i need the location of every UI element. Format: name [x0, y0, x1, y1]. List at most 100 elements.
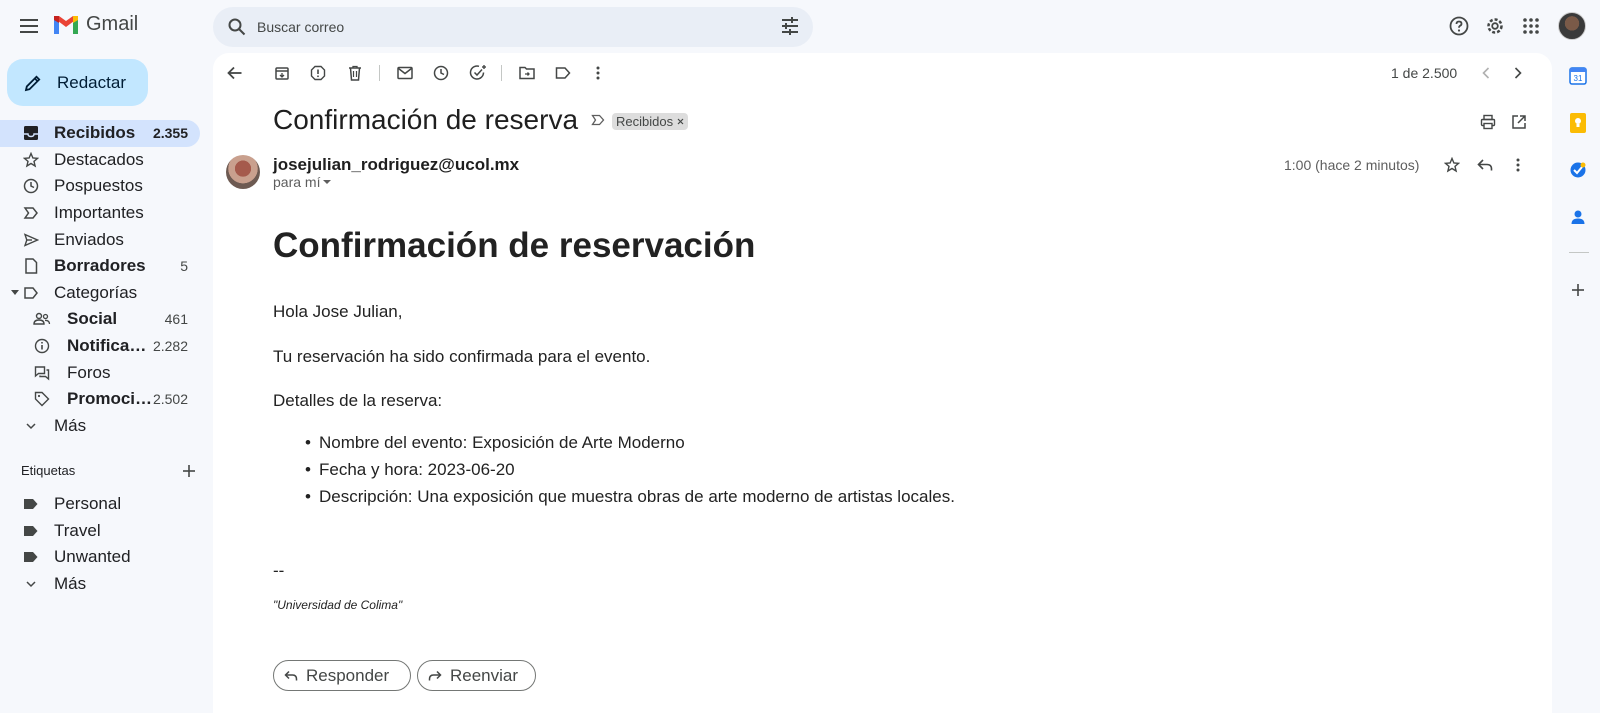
- label-filled-icon: [22, 522, 40, 540]
- tasks-icon[interactable]: [1566, 158, 1590, 182]
- email-greeting: Hola Jose Julian,: [273, 302, 403, 321]
- archive-icon[interactable]: [272, 63, 292, 83]
- sidebar-item-categories[interactable]: Categorías: [0, 280, 200, 307]
- inbox-label-chip: Recibidos: [612, 113, 689, 130]
- reply-button[interactable]: Responder: [273, 660, 411, 691]
- sidebar-label-personal[interactable]: Personal: [0, 491, 200, 518]
- importance-marker-icon[interactable]: [591, 114, 605, 126]
- promotions-count: 2.502: [152, 391, 188, 408]
- details-heading: Detalles de la reserva:: [273, 391, 443, 410]
- sidebar-label-travel[interactable]: Travel: [0, 518, 200, 545]
- label-chip-text: Recibidos: [616, 114, 674, 129]
- add-to-tasks-icon[interactable]: [468, 63, 488, 83]
- clock-icon: [22, 177, 40, 195]
- inbox-icon: [22, 124, 40, 142]
- signature-separator: --: [273, 561, 285, 580]
- message-more-vertical-icon[interactable]: [1508, 155, 1528, 175]
- toolbar-divider: [501, 65, 502, 81]
- recipient-text: para mí: [273, 174, 321, 190]
- search-input[interactable]: [257, 19, 757, 35]
- chevron-down-icon: [22, 575, 40, 593]
- star-icon: [22, 151, 40, 169]
- more-vertical-icon[interactable]: [588, 63, 608, 83]
- sidebar-item-forums[interactable]: Foros: [0, 359, 200, 386]
- delete-trash-icon[interactable]: [345, 63, 365, 83]
- add-label-icon[interactable]: [182, 464, 196, 478]
- sender-email[interactable]: josejulian_rodriguez@ucol.mx: [273, 155, 519, 175]
- compose-button[interactable]: Redactar: [7, 59, 148, 106]
- search-bar[interactable]: [213, 7, 813, 47]
- apps-grid-icon[interactable]: [1519, 14, 1543, 38]
- keep-notes-icon[interactable]: [1566, 111, 1590, 135]
- reply-arrow-icon[interactable]: [1475, 155, 1495, 175]
- settings-gear-icon[interactable]: [1483, 14, 1507, 38]
- sidebar-item-important[interactable]: Importantes: [0, 200, 200, 227]
- sidebar-item-label: Enviados: [54, 229, 124, 249]
- main-menu-icon[interactable]: [16, 12, 44, 40]
- sidebar-item-snoozed[interactable]: Pospuestos: [0, 173, 200, 200]
- move-to-folder-icon[interactable]: [517, 63, 537, 83]
- sidebar-item-updates[interactable]: Notificaciones 2.282: [0, 333, 200, 360]
- sidebar-item-social[interactable]: Social 461: [0, 306, 200, 333]
- sidebar-item-sent[interactable]: Enviados: [0, 226, 200, 253]
- sidebar-item-label: Recibidos: [54, 123, 136, 143]
- toolbar-divider: [379, 65, 380, 81]
- print-icon[interactable]: [1478, 112, 1498, 132]
- account-avatar[interactable]: [1558, 12, 1586, 40]
- add-addon-plus-icon[interactable]: [1566, 278, 1590, 302]
- app-name: Gmail: [86, 13, 139, 35]
- list-item: Nombre del evento: Exposición de Arte Mo…: [305, 433, 955, 460]
- tag-icon: [33, 390, 51, 408]
- email-body-line: Tu reservación ha sido confirmada para e…: [273, 347, 651, 366]
- sidebar-item-label: Foros: [67, 362, 111, 382]
- top-bar: Gmail: [0, 0, 1600, 52]
- people-icon: [33, 310, 51, 328]
- label-icon[interactable]: [553, 63, 573, 83]
- side-panel-divider: [1569, 252, 1589, 253]
- sidebar-item-label: Social: [67, 309, 118, 329]
- newer-chevron-left-icon[interactable]: [1476, 63, 1496, 83]
- sidebar-nav: Recibidos 2.355 Destacados Pospuestos Im…: [0, 120, 200, 439]
- label-filled-icon: [22, 548, 40, 566]
- open-new-window-icon[interactable]: [1509, 112, 1529, 132]
- sidebar-item-label: Promociones: [67, 389, 153, 409]
- social-count: 461: [164, 311, 188, 328]
- help-icon[interactable]: [1447, 14, 1471, 38]
- remove-label-icon[interactable]: [677, 118, 684, 125]
- details-list: Nombre del evento: Exposición de Arte Mo…: [305, 433, 955, 514]
- drafts-count: 5: [180, 258, 188, 275]
- forward-button[interactable]: Reenviar: [417, 660, 536, 691]
- calendar-icon[interactable]: 31: [1566, 64, 1590, 88]
- label-filled-icon: [22, 495, 40, 513]
- send-icon: [22, 231, 40, 249]
- message-panel: [213, 53, 1552, 713]
- back-arrow-icon[interactable]: [225, 63, 245, 83]
- reply-arrow-icon: [284, 670, 298, 682]
- sidebar-item-starred[interactable]: Destacados: [0, 147, 200, 174]
- star-icon[interactable]: [1442, 155, 1462, 175]
- gmail-logo[interactable]: Gmail: [52, 13, 138, 36]
- older-chevron-right-icon[interactable]: [1508, 63, 1528, 83]
- caret-down-icon[interactable]: [11, 289, 19, 296]
- recipient-details[interactable]: para mí: [273, 174, 332, 190]
- search-icon[interactable]: [225, 15, 249, 39]
- sidebar-item-more[interactable]: Más: [0, 413, 200, 440]
- sidebar-label-unwanted[interactable]: Unwanted: [0, 544, 200, 571]
- sidebar-item-inbox[interactable]: Recibidos 2.355: [0, 120, 200, 147]
- sidebar-item-drafts[interactable]: Borradores 5: [0, 253, 200, 280]
- snooze-clock-icon[interactable]: [431, 63, 451, 83]
- sidebar-labels-more[interactable]: Más: [0, 571, 200, 598]
- search-options-icon[interactable]: [779, 15, 801, 37]
- unread-count: 2.355: [152, 125, 188, 142]
- sidebar-item-promotions[interactable]: Promociones 2.502: [0, 386, 200, 413]
- email-subject: Confirmación de reserva: [273, 104, 579, 135]
- sidebar-item-label: Importantes: [54, 203, 144, 223]
- sidebar-item-label: Travel: [54, 520, 101, 540]
- list-item: Fecha y hora: 2023-06-20: [305, 460, 955, 487]
- contacts-icon[interactable]: [1566, 205, 1590, 229]
- sender-avatar[interactable]: [226, 155, 260, 189]
- forward-label: Reenviar: [450, 665, 519, 685]
- caret-down-icon: [323, 179, 332, 185]
- mark-unread-mail-icon[interactable]: [395, 63, 415, 83]
- report-spam-icon[interactable]: [308, 63, 328, 83]
